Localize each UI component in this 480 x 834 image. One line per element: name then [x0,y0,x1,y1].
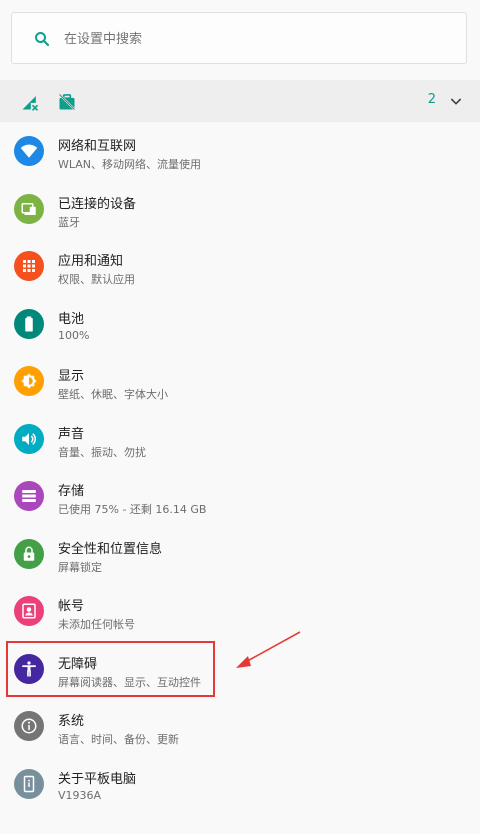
settings-list: 网络和互联网 WLAN、移动网络、流量使用 已连接的设备 蓝牙 应用和通知 权限… [0,122,480,812]
tablet-icon [14,768,44,799]
brightness-icon [14,366,44,396]
settings-item-connected-devices[interactable]: 已连接的设备 蓝牙 [0,180,480,238]
settings-item-battery[interactable]: 电池 100% [0,295,480,353]
item-title: 关于平板电脑 [58,771,137,787]
search-input[interactable] [64,26,444,52]
item-subtitle: 音量、振动、勿扰 [58,445,146,459]
search-icon [35,32,50,47]
item-subtitle: V1936A [58,788,102,802]
item-title: 显示 [58,369,85,384]
item-title: 系统 [58,714,85,729]
item-subtitle: 屏幕锁定 [58,560,102,574]
annotation-arrow-icon [236,631,301,668]
item-title: 安全性和位置信息 [58,541,163,557]
item-subtitle: 100% [58,328,90,342]
settings-item-apps[interactable]: 应用和通知 权限、默认应用 [0,237,480,295]
item-subtitle: 未添加任何帐号 [58,618,135,631]
settings-item-storage[interactable]: 存储 已使用 75% - 还剩 16.14 GB [0,467,480,525]
volume-icon [14,423,44,454]
item-subtitle: 权限、默认应用 [58,273,135,286]
item-title: 存储 [58,484,85,499]
settings-item-display[interactable]: 显示 壁纸、休眠、字体大小 [0,352,480,410]
lock-icon [14,538,44,569]
item-title: 帐号 [58,599,85,614]
settings-item-system[interactable]: 系统 语言、时间、备份、更新 [0,697,480,755]
item-title: 网络和互联网 [58,139,137,154]
settings-item-security[interactable]: 安全性和位置信息 屏幕锁定 [0,525,480,583]
item-title: 声音 [58,426,85,442]
item-subtitle: 蓝牙 [58,215,80,229]
item-subtitle: 壁纸、休眠、字体大小 [58,388,168,401]
item-subtitle: 语言、时间、备份、更新 [58,733,179,746]
work-profile-off-icon [58,93,76,111]
item-subtitle: 已使用 75% - 还剩 16.14 GB [58,503,207,516]
search-bar[interactable] [11,12,467,64]
no-sim-signal-icon [22,96,39,111]
apps-icon [14,251,44,281]
storage-icon [14,481,44,511]
battery-icon [14,308,44,339]
account-icon [14,596,44,626]
settings-item-sound[interactable]: 声音 音量、振动、勿扰 [0,410,480,468]
devices-icon [14,193,44,224]
wifi-icon [14,136,44,166]
item-subtitle: WLAN、移动网络、流量使用 [58,158,202,171]
conditions-count: 2 [427,92,436,107]
info-icon [14,711,44,741]
item-title: 已连接的设备 [58,196,137,212]
highlight-box [6,641,215,697]
chevron-down-icon[interactable] [448,93,464,109]
settings-item-about[interactable]: 关于平板电脑 V1936A [0,755,480,813]
item-title: 电池 [58,311,85,327]
conditions-bar[interactable]: 2 [0,80,480,122]
item-title: 应用和通知 [58,254,124,269]
settings-item-network[interactable]: 网络和互联网 WLAN、移动网络、流量使用 [0,122,480,180]
